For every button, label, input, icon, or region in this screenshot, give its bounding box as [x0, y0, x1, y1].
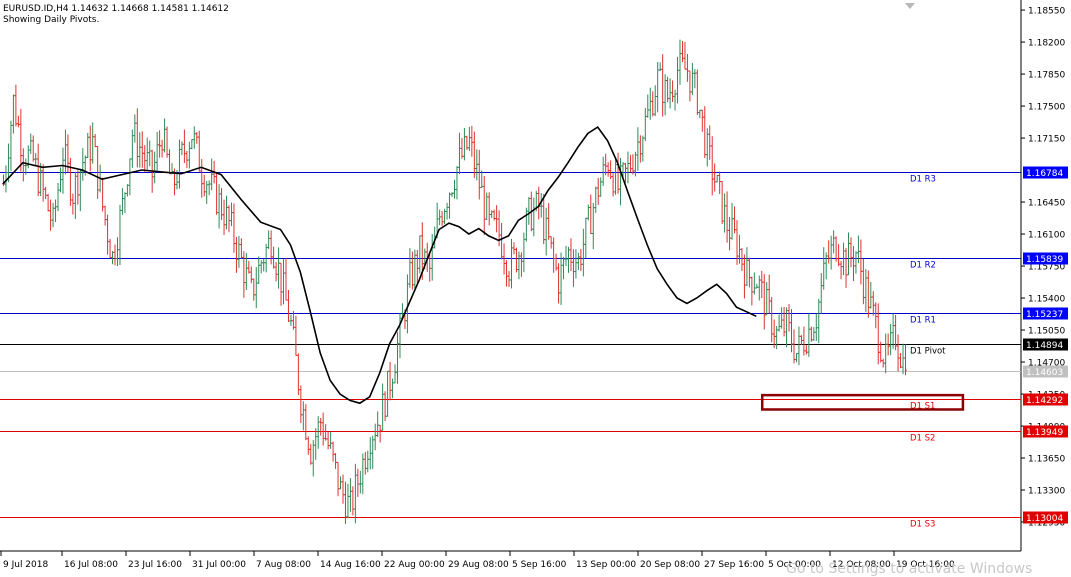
- symbol-header: EURUSD.ID,H4 1.14632 1.14668 1.14581 1.1…: [3, 4, 229, 14]
- pivot-level-name: D1 S3: [910, 520, 935, 530]
- y-tick-label: 1.16450: [1028, 199, 1065, 209]
- price-badge-label: 1.15839: [1026, 255, 1063, 265]
- x-tick-label: 23 Jul 16:00: [128, 560, 182, 570]
- x-tick-label: 9 Jul 2018: [3, 560, 48, 570]
- price-badge-label: 1.16784: [1026, 169, 1063, 179]
- moving-average-line: [2, 126, 757, 405]
- y-tick-label: 1.17500: [1028, 103, 1065, 113]
- pivot-level-name: D1 R1: [910, 316, 936, 326]
- y-tick-label: 1.13650: [1028, 455, 1065, 465]
- pivot-level-name: D1 Pivot: [910, 347, 946, 357]
- y-tick-label: 1.17150: [1028, 135, 1065, 145]
- pivot-level-name: D1 R2: [910, 261, 936, 271]
- y-tick-label: 1.16100: [1028, 231, 1065, 241]
- x-tick-label: 13 Sep 00:00: [576, 560, 636, 570]
- price-chart[interactable]: 1.18550 1.18200 1.17850 1.17500 1.17150 1.164…: [0, 0, 1071, 573]
- x-tick-label: 31 Jul 00:00: [192, 560, 246, 570]
- current-price-label: 1.14603: [1026, 368, 1063, 378]
- y-tick-label: 1.15400: [1028, 295, 1065, 305]
- price-badge-label: 1.15237: [1026, 310, 1063, 320]
- y-tick-label: 1.18550: [1028, 7, 1065, 17]
- pivot-level-name: D1 R3: [910, 175, 936, 185]
- x-tick-label: 22 Aug 00:00: [384, 560, 445, 570]
- x-tick-label: 29 Aug 08:00: [448, 560, 509, 570]
- price-badge-label: 1.13949: [1026, 428, 1063, 438]
- y-tick-label: 1.18200: [1028, 39, 1065, 49]
- x-tick-label: 27 Sep 16:00: [704, 560, 764, 570]
- x-tick-label: 5 Sep 16:00: [512, 560, 567, 570]
- activation-watermark: Go to Settings to activate Windows: [786, 561, 1033, 577]
- price-badge-label: 1.14292: [1026, 396, 1063, 406]
- x-tick-label: 20 Sep 08:00: [640, 560, 700, 570]
- y-tick-label: 1.13300: [1028, 487, 1065, 497]
- pivot-subtitle: Showing Daily Pivots.: [3, 15, 100, 25]
- price-badge-label: 1.13004: [1026, 514, 1063, 524]
- chart-canvas[interactable]: 1.18550 1.18200 1.17850 1.17500 1.17150 1.164…: [0, 0, 1071, 573]
- pivot-level-name: D1 S2: [910, 434, 935, 444]
- x-tick-label: 7 Aug 08:00: [256, 560, 311, 570]
- price-badge-label: 1.14894: [1026, 341, 1063, 351]
- x-tick-label: 14 Aug 16:00: [320, 560, 381, 570]
- y-tick-label: 1.17850: [1028, 71, 1065, 81]
- x-tick-label: 16 Jul 08:00: [64, 560, 118, 570]
- y-tick-label: 1.15050: [1028, 327, 1065, 337]
- scroll-marker-icon: [905, 3, 915, 9]
